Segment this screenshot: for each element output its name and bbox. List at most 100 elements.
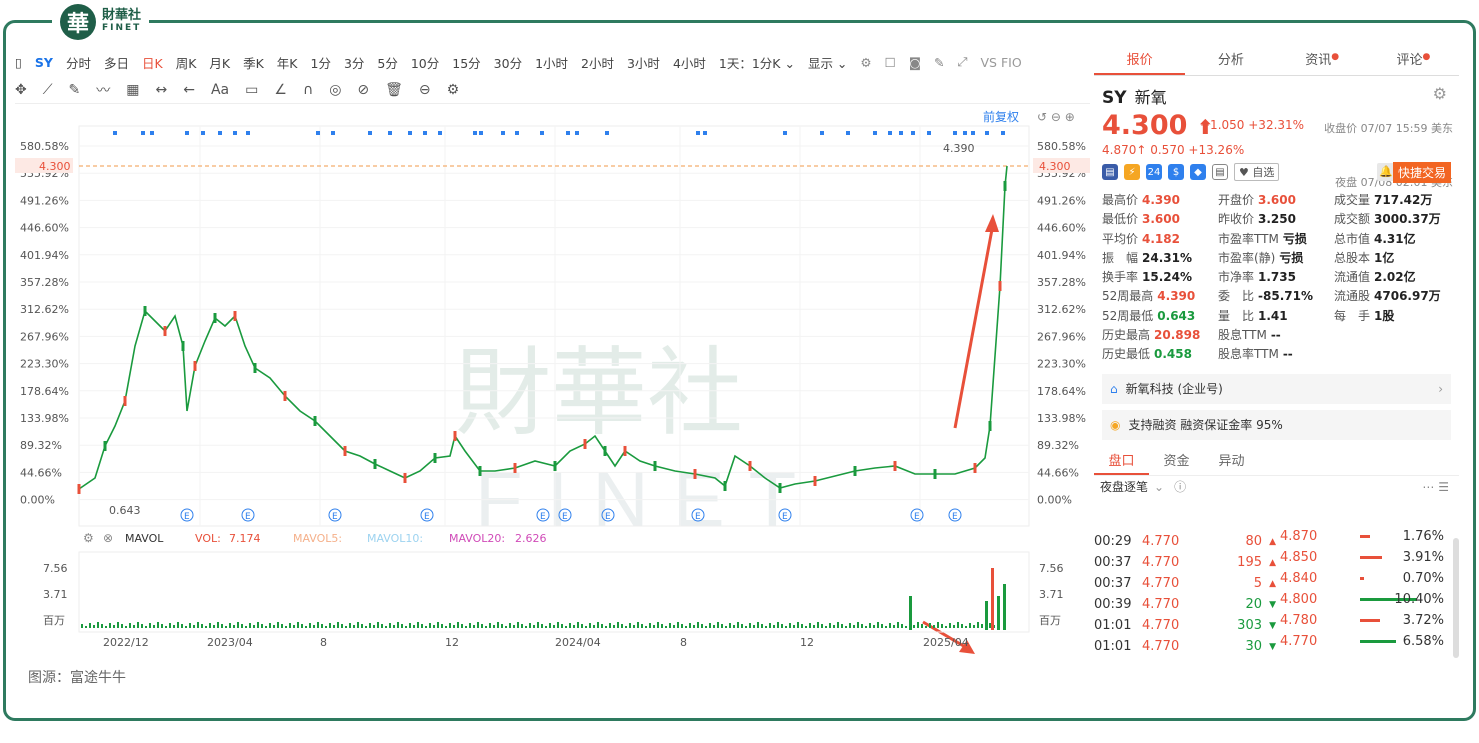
note-tool-icon[interactable]: ▭ (245, 82, 258, 98)
quote-header: SY 新氧 ⚙ 4.300 ⬆ +1.050 +32.31% 收盘价 07/07 … (1094, 76, 1459, 189)
settings-icon[interactable]: ⚙ (860, 55, 871, 70)
event-dot (423, 131, 427, 135)
hide-icon[interactable]: ⊘ (357, 82, 369, 98)
y-tick-right: 223.30% (1037, 358, 1086, 371)
stat-4: 昨收价 3.250 (1218, 212, 1296, 227)
candle (583, 439, 587, 449)
magnet-icon[interactable]: ∩ (303, 82, 313, 98)
24h-icon[interactable]: 24 (1146, 164, 1162, 180)
candle (623, 446, 627, 456)
link-icon[interactable]: ⊖ (419, 82, 431, 98)
volume-bar (553, 625, 555, 628)
tab-orderbook[interactable]: 盘口 (1094, 450, 1149, 475)
camera-icon[interactable]: ◙ (909, 55, 921, 70)
volume-bar (893, 625, 895, 628)
us-flag-icon: ▤ (1102, 164, 1118, 180)
fib-tool-icon[interactable]: ▦ (126, 82, 139, 98)
period-9[interactable]: 5分 (377, 53, 397, 72)
volume-bar (381, 624, 383, 628)
event-dot (233, 131, 237, 135)
scrollbar[interactable] (1453, 538, 1459, 658)
indicator-vol-value: 7.174 (229, 532, 261, 545)
tab-comments[interactable]: 评论● (1368, 48, 1459, 75)
company-link[interactable]: ⌂ 新氧科技 (企业号) › (1102, 373, 1451, 404)
volume-bar (613, 625, 615, 628)
night-trades-header[interactable]: 夜盘逐笔 ⌄ ⓘ ⋯ ☰ (1094, 476, 1459, 498)
y-tick-right: 133.98% (1037, 412, 1086, 425)
period-7[interactable]: 1分 (311, 53, 331, 72)
line-tool-icon[interactable]: ⟋ (43, 82, 53, 98)
volume-bar (541, 624, 543, 628)
book-row: 4.850 3.91% (1280, 550, 1444, 565)
stat-21: 历史最高 20.898 (1102, 328, 1201, 343)
wave-tool-icon[interactable]: 〰 (96, 80, 110, 100)
lightning-icon[interactable]: ⚡ (1124, 164, 1140, 180)
candle (998, 281, 1002, 291)
pen-tool-icon[interactable]: ✎ (69, 82, 81, 98)
quick-trade-button[interactable]: 快捷交易 (1392, 161, 1451, 183)
period-8[interactable]: 3分 (344, 53, 364, 72)
candle (653, 461, 657, 471)
symbol-label[interactable]: SY (35, 55, 53, 70)
volume-bar (921, 624, 923, 628)
period-14[interactable]: 2小时 (581, 53, 614, 72)
volume-bar (89, 623, 91, 628)
crosshair-icon[interactable]: ✥ (15, 82, 27, 98)
volume-bar (305, 626, 307, 628)
event-dot (927, 131, 931, 135)
fullscreen-icon[interactable]: ⤢ (957, 54, 967, 70)
period-6[interactable]: 年K (277, 53, 298, 72)
candle (853, 466, 857, 476)
period-15[interactable]: 3小时 (627, 53, 660, 72)
close-meta: 收盘价 07/07 15:59 美东 (1324, 122, 1453, 135)
period-10[interactable]: 10分 (411, 53, 439, 72)
day-setting[interactable]: 1天：1分K ⌄ (719, 53, 795, 72)
candle (553, 461, 557, 471)
period-16[interactable]: 4小时 (673, 53, 706, 72)
volume-bar (149, 623, 151, 628)
period-13[interactable]: 1小时 (535, 53, 568, 72)
period-1[interactable]: 多日 (104, 53, 129, 72)
tag-icon[interactable]: ◆ (1190, 164, 1206, 180)
volume-bar (773, 625, 775, 628)
period-11[interactable]: 15分 (452, 53, 480, 72)
tab-analysis[interactable]: 分析 (1185, 48, 1276, 75)
settings-icon[interactable]: ⚙ (1433, 84, 1447, 103)
trade-row: 00:37 4.770 5 ▲ (1094, 576, 1276, 591)
period-4[interactable]: 月K (209, 53, 230, 72)
measure-tool-icon[interactable]: ↔ (156, 82, 168, 98)
y-tick-left: 580.58% (20, 140, 69, 153)
dollar-icon[interactable]: $ (1168, 164, 1184, 180)
compare-label[interactable]: VS FIO (980, 55, 1021, 70)
period-5[interactable]: 季K (243, 53, 264, 72)
tab-news[interactable]: 资讯● (1277, 48, 1368, 75)
volume-bar (561, 624, 563, 628)
ruler-icon[interactable]: ∠ (274, 82, 287, 98)
quote-symbol: SY 新氧 (1102, 88, 1167, 108)
candle (748, 461, 752, 471)
settings-icon[interactable]: ⚙ (447, 82, 460, 98)
period-3[interactable]: 周K (176, 53, 197, 72)
period-12[interactable]: 30分 (494, 53, 522, 72)
tab-funds[interactable]: 资金 (1149, 450, 1204, 475)
period-2[interactable]: 日K (142, 53, 163, 72)
period-0[interactable]: 分时 (66, 53, 91, 72)
arrow-tool-icon[interactable]: ← (183, 82, 195, 98)
display-menu[interactable]: 显示 ⌄ (808, 53, 847, 72)
add-favorite-button[interactable]: ♥ 自选 (1234, 163, 1280, 181)
doc-icon[interactable]: ▤ (1212, 164, 1228, 180)
tab-movers[interactable]: 异动 (1204, 450, 1259, 475)
visibility-icon[interactable]: ◎ (329, 82, 341, 98)
price-chart[interactable]: 財華社FINET580.58% 580.58%535.92% 535.92%491.… (15, 106, 1090, 676)
delete-icon[interactable]: 🗑 (385, 82, 403, 98)
info-icon: ⓘ (1174, 480, 1187, 495)
tab-quote[interactable]: 报价 (1094, 48, 1186, 75)
layout-icon[interactable]: ▯ (15, 55, 22, 70)
text-tool[interactable]: Aa (211, 82, 229, 98)
margin-info: ◉ 支持融资 融资保证金率 95% (1102, 409, 1451, 440)
checkbox-icon[interactable]: ☐ (885, 55, 896, 70)
volume-bar (917, 622, 919, 628)
pen-icon[interactable]: ✎ (934, 55, 944, 70)
volume-bar (257, 622, 259, 628)
y-tick-left: 0.00% (20, 494, 55, 507)
